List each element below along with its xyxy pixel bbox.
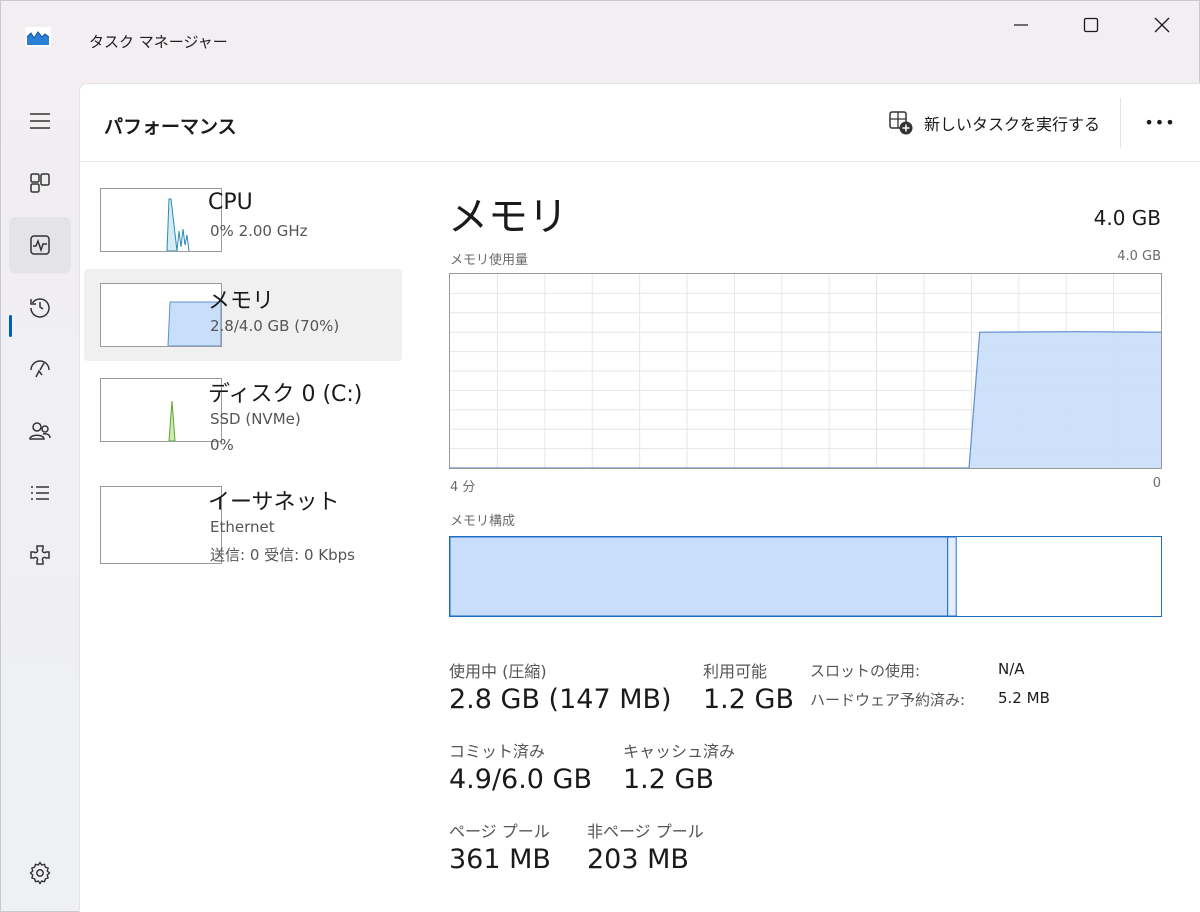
task-manager-icon [25,27,51,47]
more-options-icon: ••• [1144,112,1176,132]
resource-item-memory[interactable]: メモリ 2.8/4.0 GB (70%) [84,269,402,361]
nav-users[interactable] [9,403,71,459]
memory-thumbnail-graph [100,283,222,347]
resource-name-ethernet: イーサネット [208,490,340,515]
resource-sub-disk-usage: 0% [210,436,234,454]
page-title: パフォーマンス [104,116,237,138]
usage-graph-x-left: 4 分 [450,480,476,495]
minimize-icon [1014,24,1028,26]
disk-thumbnail-graph [100,378,222,442]
close-button[interactable] [1132,9,1192,41]
usage-graph-x-right: 0 [1152,476,1161,491]
run-new-task-icon [889,111,913,135]
run-new-task-label: 新しいタスクを実行する [924,115,1101,134]
hardware-reserved-value: 5.2 MB [998,689,1050,707]
usage-graph-label: メモリ使用量 [450,253,529,268]
processes-icon [30,173,50,193]
maximize-icon [1083,17,1099,33]
available-value: 1.2 GB [703,684,794,715]
in-use-label: 使用中 (圧縮) [449,662,547,681]
startup-apps-icon [30,360,50,378]
app-history-icon [30,298,50,318]
nonpaged-pool-value: 203 MB [587,844,689,875]
memory-usage-area [450,331,1161,468]
window-title: タスク マネージャー [89,33,228,51]
composition-label: メモリ構成 [450,514,516,529]
navigation-rail [1,83,79,912]
run-new-task-button[interactable]: 新しいタスクを実行する [888,108,1100,138]
resource-sub-ethernet-throughput: 送信: 0 受信: 0 Kbps [210,546,355,564]
more-options-button[interactable]: ••• [1140,106,1180,138]
resource-name-memory: メモリ [208,289,275,314]
available-label: 利用可能 [703,662,768,681]
hamburger-menu-icon [30,113,50,129]
hamburger-menu-button[interactable] [9,93,71,149]
cached-value: 1.2 GB [623,764,714,795]
minimize-button[interactable] [991,9,1051,41]
nav-performance[interactable] [9,217,71,273]
cached-label: キャッシュ済み [623,742,736,761]
paged-pool-value: 361 MB [449,844,551,875]
detail-total-memory: 4.0 GB [1093,206,1161,230]
nav-app-history[interactable] [9,279,71,335]
in-use-value: 2.8 GB (147 MB) [449,684,672,715]
resource-sub-disk-type: SSD (NVMe) [210,410,301,428]
maximize-button[interactable] [1061,9,1121,41]
memory-usage-svg [450,274,1161,468]
paged-pool-label: ページ プール [449,822,550,841]
resource-sub-cpu: 0% 2.00 GHz [210,222,308,240]
details-icon [31,486,49,500]
nav-processes[interactable] [9,155,71,211]
ethernet-thumbnail-graph [100,486,222,564]
services-icon [30,545,50,565]
resource-sub-ethernet-adapter: Ethernet [210,518,275,536]
resource-item-disk[interactable]: ディスク 0 (C:) SSD (NVMe) 0% [84,362,402,454]
performance-icon [30,235,50,255]
nonpaged-pool-label: 非ページ プール [587,822,704,841]
resource-sub-memory: 2.8/4.0 GB (70%) [210,317,340,335]
main-panel: パフォーマンス 新しいタスクを実行する ••• CPU 0% 2.00 GHz … [79,83,1200,912]
usage-graph-max: 4.0 GB [1117,249,1161,264]
slots-used-value: N/A [998,660,1025,678]
detail-title: メモリ [448,194,568,240]
nav-settings[interactable] [9,845,71,901]
cpu-thumbnail-graph [100,188,222,252]
settings-icon [29,861,51,885]
committed-label: コミット済み [449,742,546,761]
slots-used-label: スロットの使用: [810,662,921,680]
users-icon [29,422,51,440]
committed-value: 4.9/6.0 GB [449,764,593,795]
memory-usage-chart [449,273,1162,469]
memory-composition-svg [450,537,957,616]
nav-startup-apps[interactable] [9,341,71,397]
resource-item-ethernet[interactable]: イーサネット Ethernet 送信: 0 受信: 0 Kbps [84,474,402,566]
composition-in-use-segment [450,537,949,616]
nav-details[interactable] [9,465,71,521]
task-manager-window: タスク マネージャー パフォーマンス 新しいタスクを実行する ••• CPU 0… [0,0,1200,912]
hardware-reserved-label: ハードウェア予約済み: [810,691,966,709]
nav-services[interactable] [9,527,71,583]
header-separator [1120,98,1121,148]
memory-composition-bar [449,536,1162,617]
composition-modified-segment [947,537,957,616]
close-icon [1154,17,1170,33]
resource-item-cpu[interactable]: CPU 0% 2.00 GHz [84,176,402,268]
title-bar[interactable]: タスク マネージャー [1,1,1200,71]
panel-header: パフォーマンス 新しいタスクを実行する ••• [80,84,1200,162]
resource-name-disk: ディスク 0 (C:) [208,382,363,407]
resource-name-cpu: CPU [208,190,253,215]
